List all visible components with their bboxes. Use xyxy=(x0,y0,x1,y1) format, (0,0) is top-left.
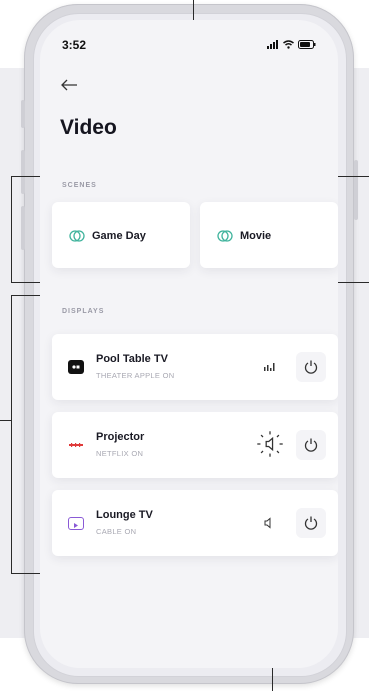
scene-label: Movie xyxy=(240,230,272,242)
display-name: Pool Table TV xyxy=(96,353,168,365)
volume-ringing-icon[interactable] xyxy=(256,430,284,458)
page-title: Video xyxy=(60,116,117,139)
display-card-lounge-tv[interactable]: Lounge TV CABLE ON xyxy=(52,490,338,556)
volume-muted-icon[interactable] xyxy=(258,512,280,534)
scene-card-game-day[interactable]: Game Day xyxy=(52,202,190,268)
power-icon xyxy=(304,360,318,374)
back-arrow-icon[interactable] xyxy=(60,78,78,92)
power-button[interactable] xyxy=(296,430,326,460)
phone-screen: 3:52 Video SCENES Game Day Movie DISPLAY… xyxy=(40,20,338,668)
display-card-pool-table-tv[interactable]: Pool Table TV THEATER APPLE ON xyxy=(52,334,338,400)
phone-side-button xyxy=(21,100,25,128)
signal-icon xyxy=(267,40,278,49)
scene-card-movie[interactable]: Movie xyxy=(200,202,338,268)
display-source: CABLE ON xyxy=(96,527,137,536)
status-icons xyxy=(267,40,316,49)
phone-side-button xyxy=(21,206,25,250)
status-bar: 3:52 xyxy=(62,38,318,54)
netflix-icon xyxy=(68,438,84,452)
display-name: Lounge TV xyxy=(96,509,153,521)
power-icon xyxy=(304,516,318,530)
callout-line xyxy=(0,420,11,421)
display-source: NETFLIX ON xyxy=(96,449,144,458)
callout-line xyxy=(11,176,12,282)
phone-side-button xyxy=(354,160,358,220)
displays-label: DISPLAYS xyxy=(62,308,105,315)
power-icon xyxy=(304,438,318,452)
wifi-icon xyxy=(283,40,294,49)
volume-bars-icon[interactable] xyxy=(258,356,280,378)
battery-icon xyxy=(298,40,316,49)
phone-side-button xyxy=(21,150,25,194)
scene-icon xyxy=(69,230,85,242)
display-card-projector[interactable]: Projector NETFLIX ON xyxy=(52,412,338,478)
display-source: THEATER APPLE ON xyxy=(96,371,175,380)
display-name: Projector xyxy=(96,431,145,443)
cable-tv-icon xyxy=(68,517,84,530)
scenes-label: SCENES xyxy=(62,182,97,189)
status-time: 3:52 xyxy=(62,38,87,52)
power-button[interactable] xyxy=(296,508,326,538)
power-button[interactable] xyxy=(296,352,326,382)
scene-label: Game Day xyxy=(92,230,146,242)
apple-tv-icon xyxy=(68,360,84,374)
scene-icon xyxy=(217,230,233,242)
callout-line xyxy=(11,295,12,573)
